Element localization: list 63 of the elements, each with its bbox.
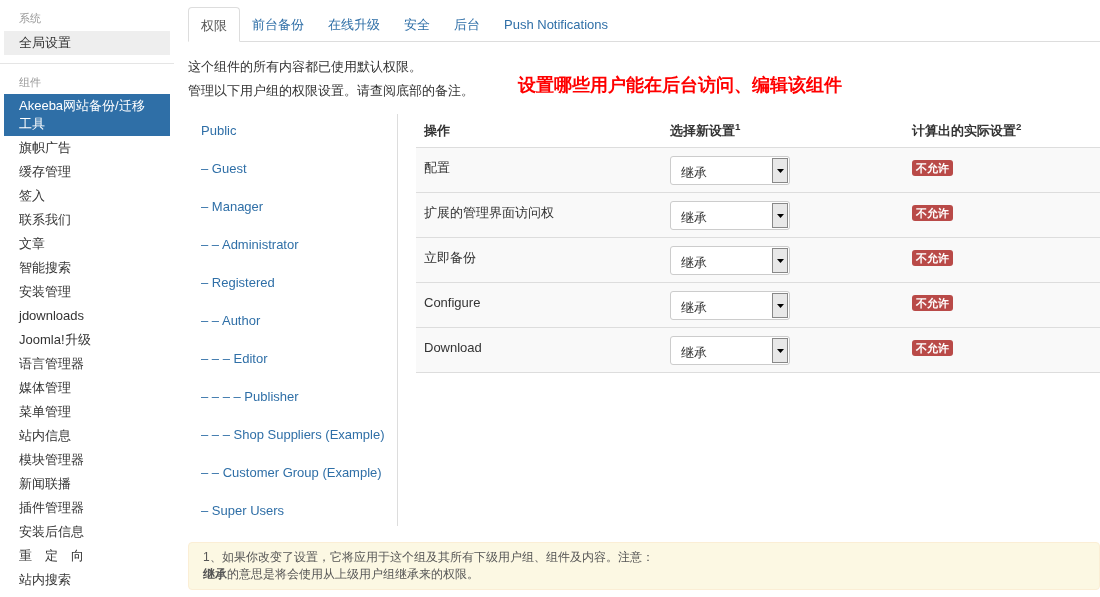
sidebar-item[interactable]: 安装后信息	[4, 520, 170, 544]
sidebar-item[interactable]: 新闻联播	[4, 472, 170, 496]
sidebar-item[interactable]: 文章	[4, 232, 170, 256]
sidebar-item[interactable]: 语言管理器	[4, 352, 170, 376]
section-heading: 系统	[18, 11, 42, 26]
sidebar-item[interactable]: 联系我们	[4, 208, 170, 232]
sidebar-item[interactable]: 签入	[4, 184, 170, 208]
status-badge: 不允许	[912, 205, 953, 221]
group-link[interactable]: – – – – Publisher	[201, 389, 299, 404]
group-link[interactable]: Public	[201, 123, 237, 138]
group-link[interactable]: – Manager	[201, 199, 264, 214]
tab[interactable]: 后台	[442, 7, 492, 42]
annotation-text: 设置哪些用户能在后台访问、编辑该组件	[518, 74, 842, 97]
sidebar-item[interactable]: 智能搜索	[4, 256, 170, 280]
column-header: 计算出的实际设置$^{2}$	[912, 122, 1022, 138]
sidebar-item[interactable]: 重 定 向	[4, 544, 170, 568]
sidebar-item[interactable]: 安装管理	[4, 280, 170, 304]
note-text: 1、如果你改变了设置，它将应用于这个组及其所有下级用户组、组件及内容。注意：	[203, 549, 655, 566]
tab[interactable]: 前台备份	[240, 7, 316, 42]
sidebar-item[interactable]: 模块管理器	[4, 448, 170, 472]
group-link[interactable]: – – Administrator	[201, 237, 299, 252]
status-badge: 不允许	[912, 295, 953, 311]
sidebar-item[interactable]: 站内信息	[4, 424, 170, 448]
tab[interactable]: 在线升级	[316, 7, 392, 42]
action-label: 配置	[424, 160, 450, 175]
action-label: 立即备份	[424, 250, 476, 265]
sidebar-item[interactable]: 媒体管理	[4, 376, 170, 400]
tab[interactable]: Push Notifications	[492, 7, 621, 42]
action-label: 扩展的管理界面访问权	[424, 205, 554, 220]
group-link[interactable]: – – – Editor	[201, 351, 268, 366]
intro-text: 这个组件的所有内容都已使用默认权限。	[188, 58, 423, 76]
sidebar-item[interactable]: 插件管理器	[4, 496, 170, 520]
setting-select[interactable]: 继承	[670, 156, 790, 185]
group-link[interactable]: – Super Users	[201, 503, 285, 518]
section-heading: 组件	[18, 74, 42, 90]
tab[interactable]: 安全	[392, 7, 442, 42]
group-link[interactable]: – – Author	[201, 313, 261, 328]
action-label: Download	[424, 340, 482, 355]
sidebar-item[interactable]: 菜单管理	[4, 400, 170, 424]
group-link[interactable]: – Guest	[201, 161, 247, 176]
sidebar-item[interactable]: 全局设置	[4, 30, 170, 55]
status-badge: 不允许	[912, 160, 953, 176]
status-badge: 不允许	[912, 340, 953, 356]
group-link[interactable]: – Registered	[201, 275, 275, 290]
sidebar-item[interactable]: 旗帜广告	[4, 136, 170, 160]
note-text: 继承的意思是将会使用从上级用户组继承来的权限。	[203, 566, 480, 583]
sidebar-item[interactable]: jdownloads	[4, 304, 170, 328]
status-badge: 不允许	[912, 250, 953, 266]
group-link[interactable]: – – – Shop Suppliers (Example)	[201, 427, 385, 442]
column-header: 选择新设置$^{1}$	[670, 122, 741, 138]
action-label: Configure	[424, 295, 481, 310]
intro-text: 管理以下用户组的权限设置。请查阅底部的备注。	[188, 82, 475, 100]
setting-select[interactable]: 继承	[670, 336, 790, 365]
column-header: 操作	[424, 122, 450, 138]
setting-select[interactable]: 继承	[670, 201, 790, 230]
tab[interactable]: 权限	[188, 7, 240, 42]
group-link[interactable]: – – Customer Group (Example)	[201, 465, 382, 480]
setting-select[interactable]: 继承	[670, 246, 790, 275]
sidebar-item[interactable]: 站内搜索	[4, 568, 170, 592]
sidebar-item[interactable]: 缓存管理	[4, 160, 170, 184]
setting-select[interactable]: 继承	[670, 291, 790, 320]
sidebar-item[interactable]: Joomla!升级	[4, 328, 170, 352]
sidebar-item[interactable]: Akeeba网站备份/迁移工具	[4, 94, 170, 136]
